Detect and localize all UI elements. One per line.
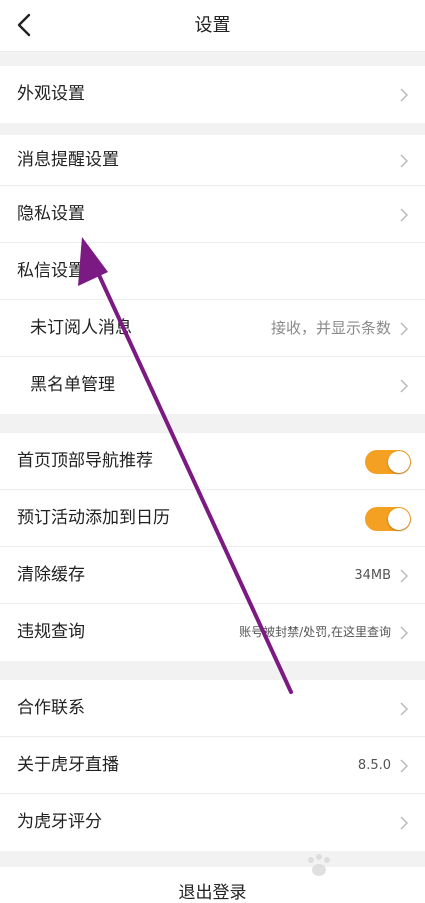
settings-group-appearance: 外观设置 — [0, 66, 425, 123]
row-label: 预订活动添加到日历 — [17, 508, 170, 528]
chevron-right-icon — [400, 759, 409, 773]
row-label: 黑名单管理 — [30, 375, 115, 395]
toggle-knob — [388, 508, 410, 530]
row-value: 账号被封禁/处罚,在这里查询 — [239, 625, 391, 639]
chevron-right-icon — [400, 569, 409, 583]
settings-row-rate[interactable]: 为虎牙评分 — [0, 794, 425, 851]
settings-group-about: 合作联系 关于虎牙直播 8.5.0 为虎牙评分 — [0, 680, 425, 851]
row-label: 违规查询 — [17, 622, 85, 642]
settings-row-unsubscribed-messages[interactable]: 未订阅人消息 接收，并显示条数 — [0, 300, 425, 357]
row-label: 关于虎牙直播 — [17, 755, 119, 775]
row-label: 合作联系 — [17, 698, 85, 718]
page-title: 设置 — [194, 15, 231, 36]
row-label: 未订阅人消息 — [30, 318, 132, 338]
row-label: 私信设置 — [17, 261, 85, 281]
chevron-right-icon — [400, 208, 409, 222]
row-label: 首页顶部导航推荐 — [17, 451, 153, 471]
chevron-right-icon — [400, 379, 409, 393]
chevron-right-icon — [400, 702, 409, 716]
top-bar: 设置 — [0, 0, 425, 52]
settings-row-cooperation[interactable]: 合作联系 — [0, 680, 425, 737]
row-label: 清除缓存 — [17, 565, 85, 585]
version-value: 8.5.0 — [357, 758, 391, 773]
cache-size-value: 34MB — [354, 568, 391, 583]
home-nav-recommend-toggle[interactable] — [365, 450, 411, 474]
logout-button[interactable]: 退出登录 — [0, 867, 425, 903]
toggle-knob — [388, 451, 410, 473]
row-value: 接收，并显示条数 — [270, 319, 391, 337]
chevron-right-icon — [400, 322, 409, 336]
row-label: 消息提醒设置 — [17, 150, 119, 170]
row-label: 外观设置 — [17, 84, 85, 104]
settings-row-notifications[interactable]: 消息提醒设置 — [0, 135, 425, 186]
chevron-right-icon — [400, 154, 409, 168]
chevron-right-icon — [400, 88, 409, 102]
settings-row-violation-query[interactable]: 违规查询 账号被封禁/处罚,在这里查询 — [0, 604, 425, 661]
settings-row-appearance[interactable]: 外观设置 — [0, 66, 425, 123]
settings-row-blacklist[interactable]: 黑名单管理 — [0, 357, 425, 414]
settings-row-home-nav-recommend: 首页顶部导航推荐 — [0, 433, 425, 490]
row-label: 隐私设置 — [17, 204, 85, 224]
settings-group-general: 首页顶部导航推荐 预订活动添加到日历 清除缓存 34MB 违规查询 账号被封禁/… — [0, 433, 425, 661]
settings-row-clear-cache[interactable]: 清除缓存 34MB — [0, 547, 425, 604]
chevron-right-icon — [400, 626, 409, 640]
settings-group-messages: 消息提醒设置 隐私设置 私信设置 未订阅人消息 接收，并显示条数 黑名单管理 — [0, 135, 425, 414]
settings-row-privacy[interactable]: 隐私设置 — [0, 186, 425, 243]
settings-row-private-message: 私信设置 — [0, 243, 425, 300]
row-label: 为虎牙评分 — [17, 812, 102, 832]
chevron-right-icon — [400, 816, 409, 830]
settings-row-add-to-calendar: 预订活动添加到日历 — [0, 490, 425, 547]
settings-row-about[interactable]: 关于虎牙直播 8.5.0 — [0, 737, 425, 794]
add-to-calendar-toggle[interactable] — [365, 507, 411, 531]
